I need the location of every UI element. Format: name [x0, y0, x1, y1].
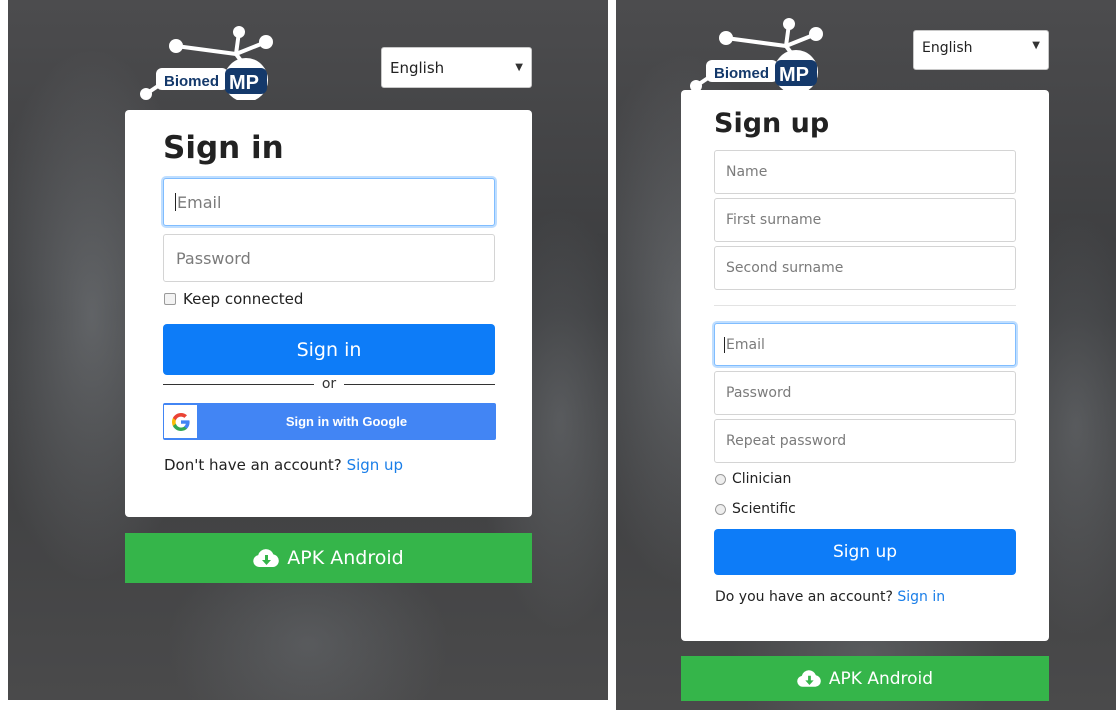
- language-select[interactable]: English ▼: [381, 47, 532, 88]
- language-select[interactable]: English ▼: [913, 30, 1049, 70]
- biomedmp-logo: Biomed MP: [136, 24, 286, 100]
- cloud-download-icon: [253, 549, 280, 567]
- signin-prompt-text: Do you have an account?: [715, 589, 893, 605]
- keep-connected-row[interactable]: Keep connected: [164, 290, 303, 308]
- signup-card: Sign up Name First surname Second surnam…: [681, 90, 1049, 641]
- section-divider: [714, 305, 1016, 306]
- or-text: or: [321, 376, 337, 392]
- google-signin-button[interactable]: Sign in with Google: [163, 403, 496, 440]
- signin-button-label: Sign in: [296, 338, 362, 361]
- google-icon: [164, 405, 197, 438]
- password-field[interactable]: Password: [714, 371, 1016, 415]
- signin-link[interactable]: Sign in: [897, 589, 945, 605]
- signin-prompt: Do you have an account? Sign in: [715, 589, 945, 605]
- keep-connected-checkbox[interactable]: [164, 293, 176, 305]
- first-surname-placeholder: First surname: [726, 212, 822, 228]
- or-divider: or: [163, 374, 496, 394]
- name-field[interactable]: Name: [714, 150, 1016, 194]
- signup-button[interactable]: Sign up: [714, 529, 1016, 575]
- password-placeholder: Password: [176, 248, 251, 268]
- cloud-download-icon: [797, 670, 821, 687]
- signin-screen: Biomed MP English ▼ Sign in Email Passwo…: [8, 0, 608, 700]
- chevron-down-icon: ▼: [515, 62, 523, 73]
- password-field[interactable]: Password: [163, 234, 495, 282]
- biomedmp-logo: Biomed MP: [686, 16, 836, 92]
- second-surname-placeholder: Second surname: [726, 260, 844, 276]
- apk-button-label: APK Android: [287, 547, 404, 569]
- signin-card: Sign in Email Password Keep connected Si…: [125, 110, 532, 517]
- signin-button[interactable]: Sign in: [163, 324, 495, 375]
- repeat-password-placeholder: Repeat password: [726, 433, 847, 449]
- signup-prompt-text: Don't have an account?: [164, 456, 342, 474]
- page-title: Sign in: [163, 130, 284, 166]
- signup-button-label: Sign up: [832, 542, 898, 562]
- chevron-down-icon: ▼: [1032, 40, 1040, 51]
- apk-android-button[interactable]: APK Android: [125, 533, 532, 583]
- role-option-clinician[interactable]: Clinician: [715, 471, 791, 487]
- signup-prompt: Don't have an account? Sign up: [164, 456, 403, 474]
- apk-button-label: APK Android: [828, 668, 934, 689]
- logo-left-text: Biomed: [714, 65, 769, 82]
- repeat-password-field[interactable]: Repeat password: [714, 419, 1016, 463]
- signup-link[interactable]: Sign up: [347, 456, 404, 474]
- divider-line-right: [344, 383, 496, 385]
- scientific-label: Scientific: [732, 501, 796, 517]
- logo-left-text: Biomed: [164, 73, 219, 90]
- name-placeholder: Name: [726, 164, 768, 180]
- first-surname-field[interactable]: First surname: [714, 198, 1016, 242]
- clinician-label: Clinician: [732, 471, 792, 487]
- email-field[interactable]: Email: [714, 323, 1016, 366]
- divider-line-left: [163, 383, 314, 385]
- scientific-radio[interactable]: [715, 503, 726, 515]
- logo-right-text: MP: [229, 72, 259, 94]
- second-surname-field[interactable]: Second surname: [714, 246, 1016, 290]
- google-button-label: Sign in with Google: [285, 414, 408, 429]
- language-value: English: [922, 40, 973, 56]
- apk-android-button[interactable]: APK Android: [681, 656, 1049, 701]
- email-placeholder: Email: [726, 336, 765, 353]
- keep-connected-label: Keep connected: [183, 290, 304, 308]
- page-title: Sign up: [714, 108, 830, 139]
- role-option-scientific[interactable]: Scientific: [715, 501, 796, 517]
- logo-right-text: MP: [779, 64, 809, 86]
- password-placeholder: Password: [726, 385, 792, 401]
- email-placeholder: Email: [177, 192, 222, 212]
- language-value: English: [390, 58, 445, 77]
- clinician-radio[interactable]: [715, 473, 726, 485]
- email-field[interactable]: Email: [163, 178, 495, 226]
- signup-screen: Biomed MP English ▼ Sign up Name First s…: [616, 0, 1116, 710]
